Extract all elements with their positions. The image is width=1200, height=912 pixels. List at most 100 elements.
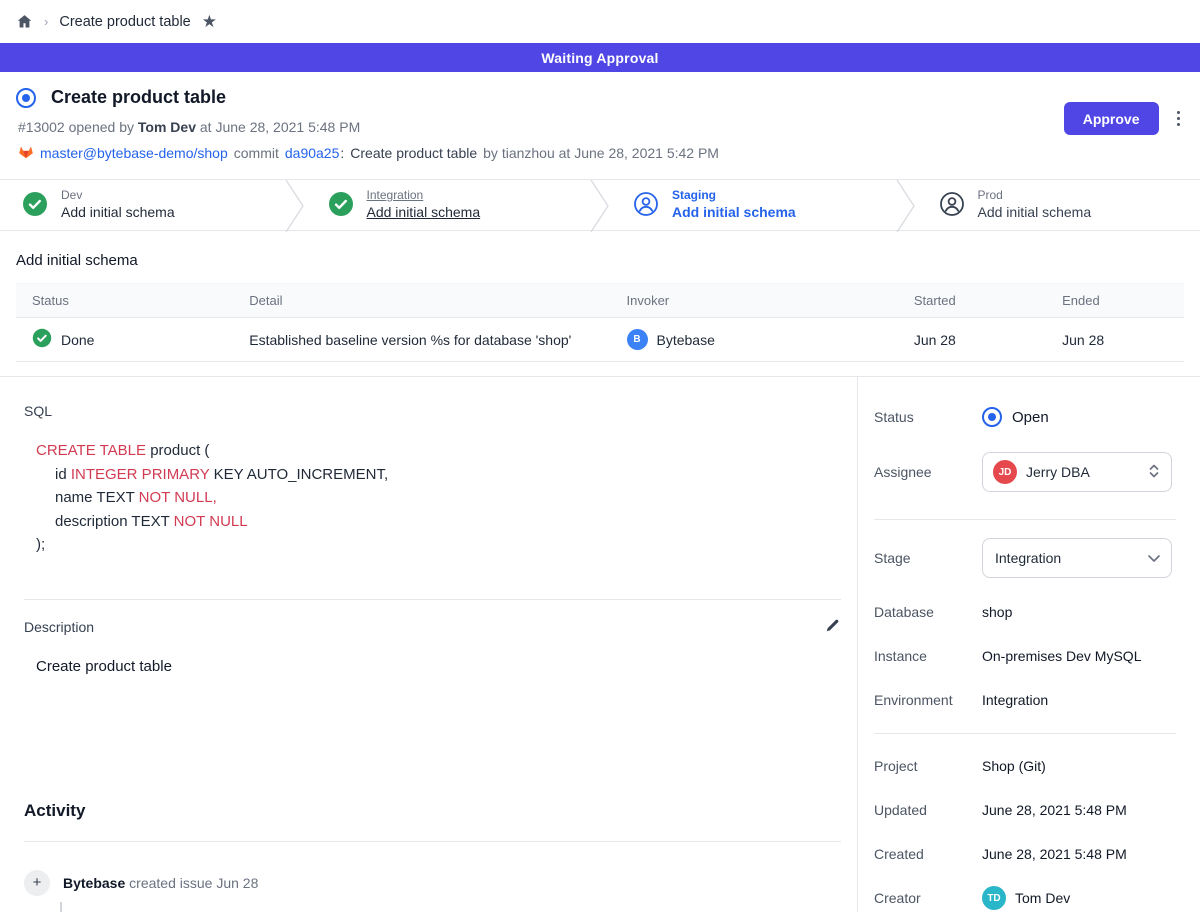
issue-meta: #13002 opened by Tom Dev at June 28, 202…: [18, 119, 1184, 135]
sql-code-block: CREATE TABLE product (id INTEGER PRIMARY…: [36, 439, 841, 557]
project-value: Shop (Git): [982, 758, 1046, 774]
vcs-branch-link[interactable]: master@bytebase-demo/shop: [40, 145, 228, 161]
column-header-detail: Detail: [233, 284, 610, 318]
assignee-avatar: JD: [993, 460, 1017, 484]
page-title: Create product table: [51, 87, 226, 108]
stage-separator-icon: [895, 180, 917, 232]
status-row: Status Open: [874, 407, 1176, 427]
instance-row: Instance On-premises Dev MySQL: [874, 648, 1176, 664]
chevron-down-icon: [1147, 550, 1161, 566]
section-divider: [24, 599, 841, 600]
created-value: June 28, 2021 5:48 PM: [982, 846, 1127, 862]
user-circle-icon: [939, 191, 965, 220]
gitlab-icon: [18, 144, 34, 162]
column-header-ended: Ended: [1046, 284, 1184, 318]
stage-task-label: Add initial schema: [367, 204, 481, 222]
stage-env-label: Dev: [61, 188, 175, 203]
instance-value: On-premises Dev MySQL: [982, 648, 1141, 664]
check-circle-icon: [22, 191, 48, 220]
stage-dev[interactable]: Dev Add initial schema: [0, 180, 284, 230]
issue-author: Tom Dev: [138, 119, 196, 135]
pipeline-stages: Dev Add initial schema Integration Add i…: [0, 179, 1200, 231]
activity-timeline-line: [60, 902, 62, 912]
home-icon[interactable]: [16, 13, 33, 30]
stage-task-label: Add initial schema: [978, 204, 1092, 222]
vcs-commit-link[interactable]: da90a25: [285, 145, 340, 161]
task-table-header-row: Status Detail Invoker Started Ended: [16, 284, 1184, 318]
add-comment-plus-icon[interactable]: +: [24, 870, 50, 896]
sidebar-divider: [874, 519, 1176, 520]
status-open-icon: [982, 407, 1002, 427]
stage-value: Integration: [995, 550, 1061, 566]
stage-task-label: Add initial schema: [672, 204, 796, 222]
user-circle-icon: [633, 191, 659, 220]
project-row: Project Shop (Git): [874, 758, 1176, 774]
issue-header: Create product table #13002 opened by To…: [0, 72, 1200, 179]
activity-date: Jun 28: [216, 875, 258, 891]
task-table: Status Detail Invoker Started Ended Done…: [16, 283, 1184, 362]
breadcrumb: › Create product table ★: [0, 0, 1200, 43]
stage-env-label: Prod: [978, 188, 1092, 203]
assignee-row: Assignee JD Jerry DBA: [874, 452, 1176, 492]
stage-staging[interactable]: Staging Add initial schema: [611, 180, 895, 230]
description-text: Create product table: [36, 658, 841, 675]
issue-sidebar: Status Open Assignee JD Jerry DBA Stage …: [858, 377, 1200, 912]
creator-row: Creator TD Tom Dev: [874, 886, 1176, 910]
database-value: shop: [982, 604, 1012, 620]
environment-row: Environment Integration: [874, 692, 1176, 708]
column-header-status: Status: [16, 284, 233, 318]
creator-value: Tom Dev: [1015, 890, 1070, 906]
issue-opened-time: at June 28, 2021 5:48 PM: [200, 119, 360, 135]
task-status: Done: [61, 332, 94, 348]
issue-detail-panel: SQL CREATE TABLE product (id INTEGER PRI…: [0, 377, 858, 912]
more-actions-menu-icon[interactable]: [1173, 107, 1185, 131]
stage-separator-icon: [284, 180, 306, 232]
activity-item: + Bytebase created issue Jun 28: [24, 870, 841, 896]
breadcrumb-separator-icon: ›: [44, 14, 48, 29]
updated-value: June 28, 2021 5:48 PM: [982, 802, 1127, 818]
task-row[interactable]: Done Established baseline version %s for…: [16, 318, 1184, 362]
task-section: Add initial schema Status Detail Invoker…: [0, 231, 1200, 362]
select-updown-icon: [1147, 463, 1161, 482]
status-value: Open: [1012, 409, 1049, 426]
activity-actor: Bytebase: [63, 875, 125, 891]
stage-env-label: Integration: [367, 188, 481, 203]
sql-section-label: SQL: [24, 403, 841, 419]
breadcrumb-current-page: Create product table: [59, 14, 190, 30]
updated-row: Updated June 28, 2021 5:48 PM: [874, 802, 1176, 818]
stage-integration[interactable]: Integration Add initial schema: [306, 180, 590, 230]
status-banner: Waiting Approval: [0, 43, 1200, 72]
vcs-commit-message: Create product table: [350, 145, 477, 161]
task-started: Jun 28: [898, 318, 1046, 362]
task-section-title: Add initial schema: [16, 252, 1184, 269]
issue-id: #13002: [18, 119, 65, 135]
approve-button[interactable]: Approve: [1064, 102, 1159, 135]
invoker-avatar: B: [627, 329, 648, 350]
column-header-started: Started: [898, 284, 1046, 318]
task-ended: Jun 28: [1046, 318, 1184, 362]
activity-action: created issue: [129, 875, 212, 891]
status-banner-text: Waiting Approval: [541, 50, 658, 66]
task-invoker: Bytebase: [657, 332, 715, 348]
issue-open-icon: [16, 88, 36, 108]
task-detail: Established baseline version %s for data…: [233, 318, 610, 362]
description-label: Description: [24, 619, 94, 635]
stage-row: Stage Integration: [874, 538, 1176, 578]
created-row: Created June 28, 2021 5:48 PM: [874, 846, 1176, 862]
database-row: Database shop: [874, 604, 1176, 620]
favorite-star-icon[interactable]: ★: [202, 13, 217, 30]
sidebar-divider: [874, 733, 1176, 734]
activity-heading: Activity: [24, 801, 841, 821]
vcs-commit-line: master@bytebase-demo/shop commit da90a25…: [18, 144, 1184, 162]
assignee-select[interactable]: JD Jerry DBA: [982, 452, 1172, 492]
edit-description-icon[interactable]: [824, 617, 841, 637]
stage-prod[interactable]: Prod Add initial schema: [917, 180, 1200, 230]
stage-env-label: Staging: [672, 188, 796, 203]
stage-select[interactable]: Integration: [982, 538, 1172, 578]
environment-value: Integration: [982, 692, 1048, 708]
assignee-value: Jerry DBA: [1026, 464, 1090, 480]
vcs-commit-byline: by tianzhou at June 28, 2021 5:42 PM: [483, 145, 719, 161]
creator-avatar: TD: [982, 886, 1006, 910]
check-circle-icon: [32, 328, 52, 351]
check-circle-icon: [328, 191, 354, 220]
